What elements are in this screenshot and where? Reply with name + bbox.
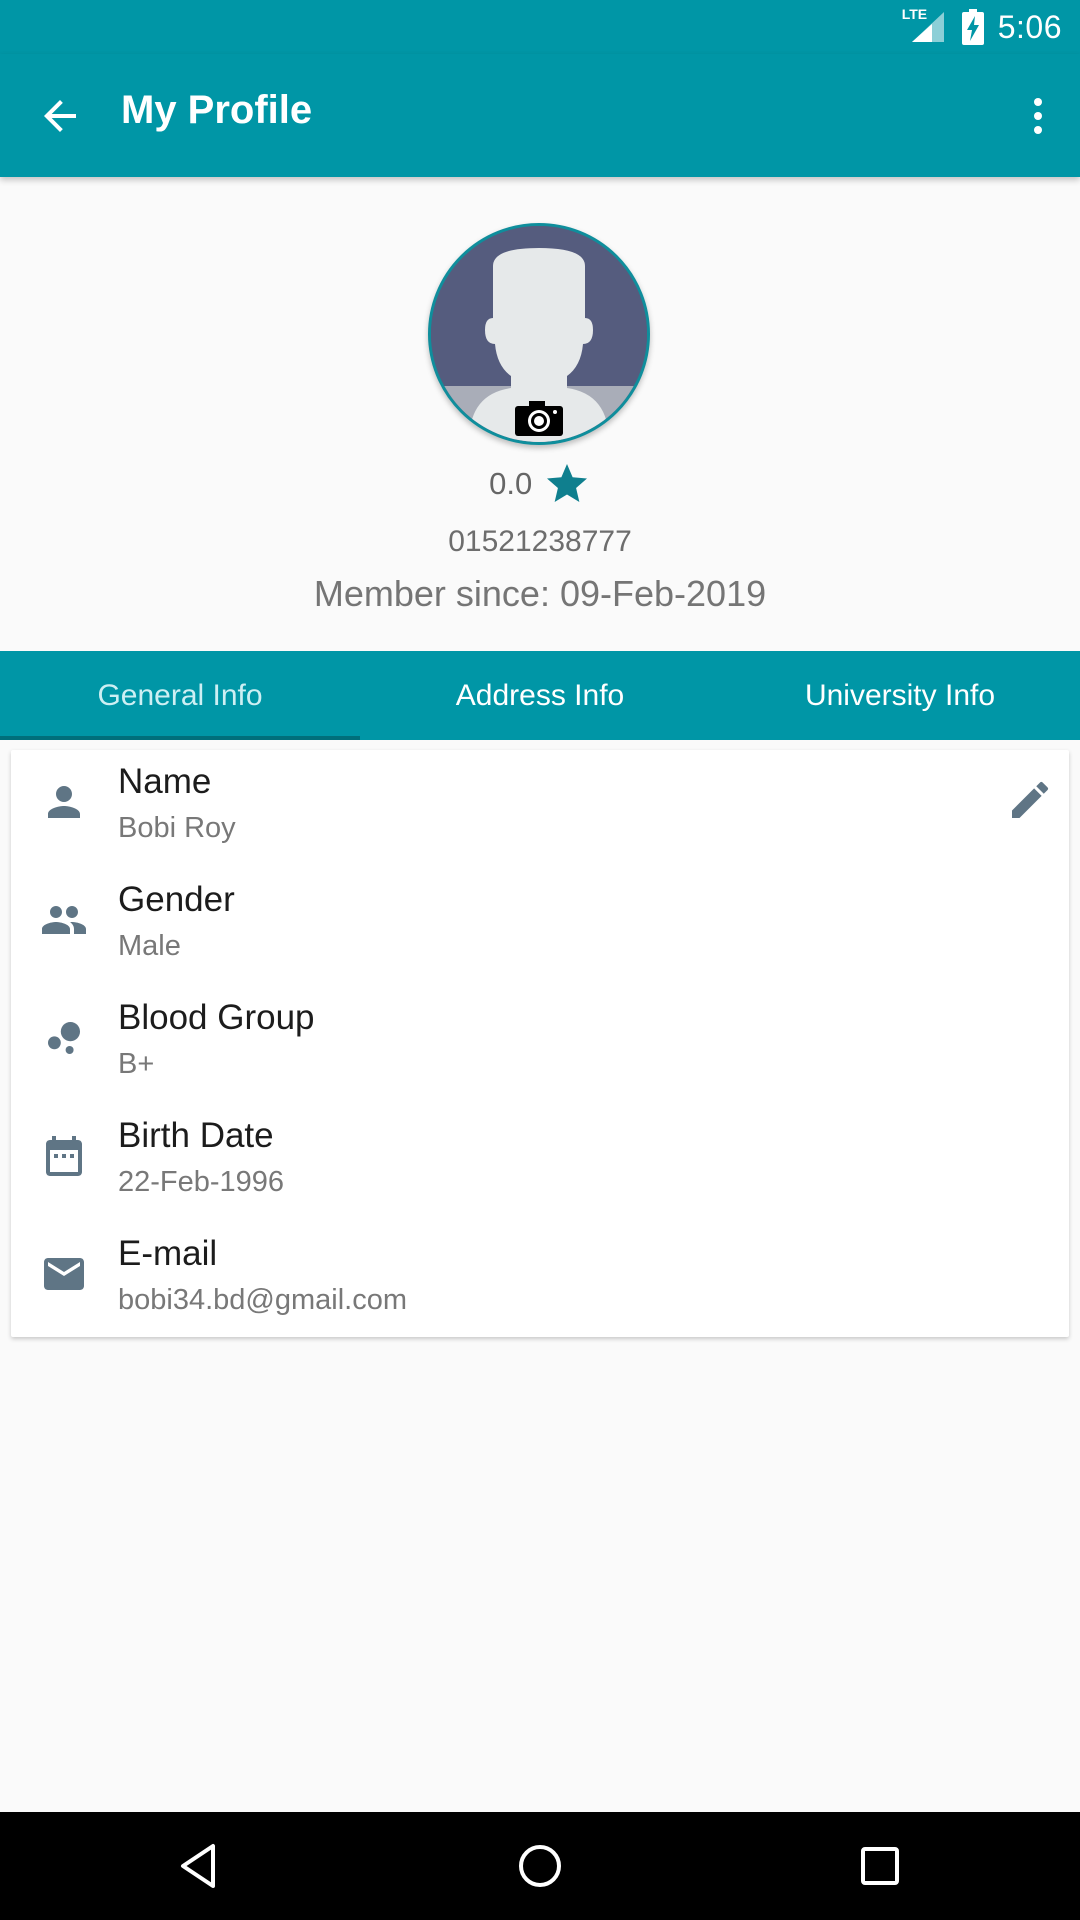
status-icons: LTE 5:06 <box>902 0 1062 54</box>
nav-home-icon[interactable] <box>510 1836 570 1896</box>
status-time: 5:06 <box>997 8 1062 45</box>
edit-button[interactable] <box>1006 776 1054 824</box>
page-title: My Profile <box>121 88 313 132</box>
nav-recents-icon[interactable] <box>850 1836 910 1896</box>
signal-icon: LTE <box>902 6 948 44</box>
info-label: Name <box>118 762 212 801</box>
nav-back-icon[interactable] <box>171 1836 231 1896</box>
phone-number: 01521238777 <box>448 525 632 558</box>
network-type-label: LTE <box>901 6 928 22</box>
tab-general-info[interactable]: General Info <box>0 651 360 740</box>
info-row-gender: Gender Male <box>11 868 1069 986</box>
tab-bar: General Info Address Info University Inf… <box>0 651 1080 740</box>
info-label: Blood Group <box>118 998 315 1037</box>
people-icon <box>42 906 86 934</box>
info-label: Gender <box>118 880 235 919</box>
overflow-menu-button[interactable] <box>1014 92 1062 140</box>
app-bar: My Profile <box>0 54 1080 177</box>
info-value: Male <box>118 930 181 962</box>
general-info-card: Name Bobi Roy Gender Male Blood Group B+… <box>11 750 1069 1337</box>
person-icon <box>48 786 80 818</box>
info-value: Bobi Roy <box>118 812 236 844</box>
tab-university-info[interactable]: University Info <box>720 651 1080 740</box>
info-label: Birth Date <box>118 1116 274 1155</box>
rating-value: 0.0 <box>489 466 533 501</box>
back-button[interactable] <box>36 92 84 140</box>
info-row-email: E-mail bobi34.bd@gmail.com <box>11 1222 1069 1340</box>
member-since: Member since: 09-Feb-2019 <box>0 573 1080 615</box>
tab-address-info[interactable]: Address Info <box>360 651 720 740</box>
info-row-birth-date: Birth Date 22-Feb-1996 <box>11 1104 1069 1222</box>
bubble-chart-icon <box>48 1022 80 1054</box>
mail-icon <box>44 1258 84 1290</box>
pencil-icon <box>1012 781 1049 818</box>
info-label: E-mail <box>118 1234 218 1273</box>
info-value: bobi34.bd@gmail.com <box>118 1284 407 1316</box>
member-since-date: 09-Feb-2019 <box>559 573 767 614</box>
star-icon <box>546 464 587 502</box>
info-row-name: Name Bobi Roy <box>11 750 1069 868</box>
system-navigation-bar <box>0 1812 1080 1920</box>
status-bar: LTE 5:06 <box>0 0 1080 54</box>
calendar-icon <box>46 1136 82 1176</box>
camera-icon[interactable] <box>513 398 565 438</box>
rating: 0.0 <box>0 460 1080 508</box>
arrow-back-icon <box>44 100 76 132</box>
battery-charging-icon <box>961 9 984 45</box>
member-since-label: Member since: <box>313 573 550 614</box>
more-vert-icon <box>1034 98 1042 134</box>
info-value: 22-Feb-1996 <box>118 1166 285 1198</box>
info-row-blood-group: Blood Group B+ <box>11 986 1069 1104</box>
info-value: B+ <box>118 1048 155 1080</box>
